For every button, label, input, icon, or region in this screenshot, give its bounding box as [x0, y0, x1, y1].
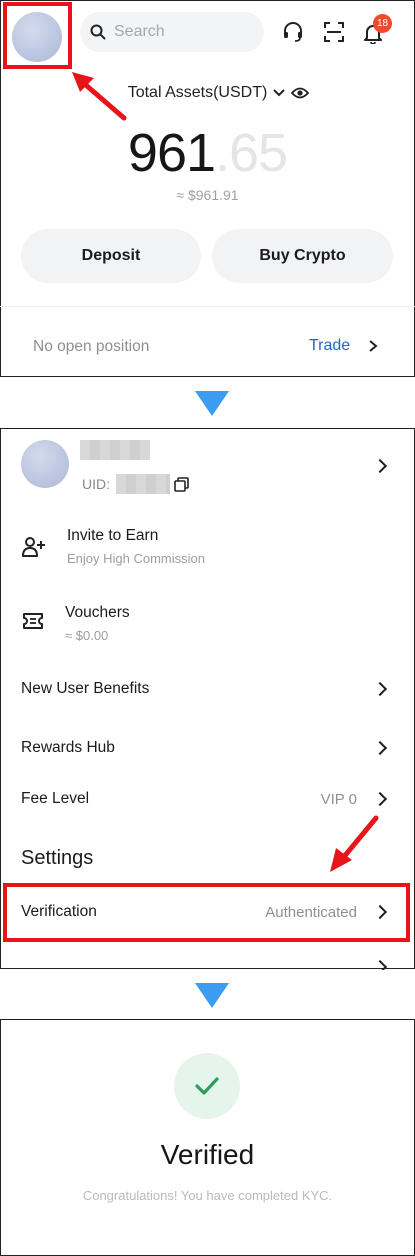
total-assets-header[interactable]: Total Assets(USDT)	[0, 84, 415, 102]
search-bar[interactable]	[80, 12, 264, 52]
chevron-down-icon[interactable]	[273, 88, 286, 98]
settings-heading: Settings	[21, 847, 94, 869]
search-input[interactable]	[114, 23, 254, 41]
ticket-icon	[23, 613, 43, 629]
deposit-button[interactable]: Deposit	[21, 229, 201, 283]
menu-item-label: Vouchers	[65, 604, 130, 621]
success-check-icon	[174, 1053, 240, 1119]
total-balance: 961.65	[0, 122, 415, 184]
chevron-right-icon	[372, 960, 388, 970]
menu-item-new-user-benefits[interactable]: New User Benefits	[0, 678, 415, 700]
balance-integer: 961	[127, 123, 216, 183]
menu-item-sub: Enjoy High Commission	[67, 551, 205, 566]
chevron-right-icon	[372, 740, 388, 756]
trade-link[interactable]: Trade	[309, 337, 378, 355]
verified-subtitle: Congratulations! You have completed KYC.	[82, 1188, 333, 1203]
no-open-position-text: No open position	[33, 338, 150, 355]
balance-decimal: .65	[215, 123, 288, 183]
verification-highlight-box	[3, 883, 410, 942]
eye-icon[interactable]	[291, 86, 310, 100]
menu-item-label: Invite to Earn	[67, 527, 159, 544]
verified-title: Verified	[160, 1139, 255, 1170]
chevron-right-icon	[372, 681, 388, 697]
buy-crypto-button[interactable]: Buy Crypto	[212, 229, 393, 283]
menu-item-rewards-hub[interactable]: Rewards Hub	[0, 737, 415, 759]
profile-row[interactable]	[0, 456, 415, 476]
avatar-highlight-box	[3, 2, 72, 69]
menu-item-sub: ≈ $0.00	[65, 628, 109, 643]
add-user-icon	[22, 537, 45, 557]
trade-label: Trade	[309, 337, 351, 354]
scan-icon[interactable]	[320, 18, 348, 46]
flow-arrow-down-2	[195, 983, 229, 1008]
menu-item-vouchers[interactable]: Vouchers ≈ $0.00	[0, 600, 415, 644]
uid-row: UID:	[82, 474, 189, 494]
fee-level-value: VIP 0	[320, 790, 357, 808]
search-icon	[90, 24, 106, 40]
menu-item-label: New User Benefits	[21, 680, 150, 697]
menu-item-label: Fee Level	[21, 790, 90, 807]
usd-equivalent: ≈ $961.91	[176, 187, 239, 203]
total-assets-label: Total Assets(USDT)	[127, 84, 268, 101]
divider	[0, 306, 415, 307]
chevron-right-icon	[369, 340, 378, 352]
pointer-arrow-verification	[330, 815, 379, 872]
support-headset-icon[interactable]	[279, 18, 307, 46]
menu-item-label: Rewards Hub	[21, 739, 115, 756]
menu-item-invite[interactable]: Invite to Earn Enjoy High Commission	[0, 525, 415, 569]
menu-item-security-partial[interactable]	[0, 960, 415, 970]
flow-arrow-down-1	[195, 391, 229, 416]
uid-redacted	[116, 474, 170, 494]
menu-item-fee-level[interactable]: Fee Level VIP 0	[0, 788, 415, 810]
chevron-right-icon	[372, 458, 388, 474]
chevron-right-icon	[372, 791, 388, 807]
notification-badge: 18	[373, 14, 392, 33]
uid-label: UID:	[82, 476, 110, 492]
copy-icon[interactable]	[174, 476, 189, 492]
